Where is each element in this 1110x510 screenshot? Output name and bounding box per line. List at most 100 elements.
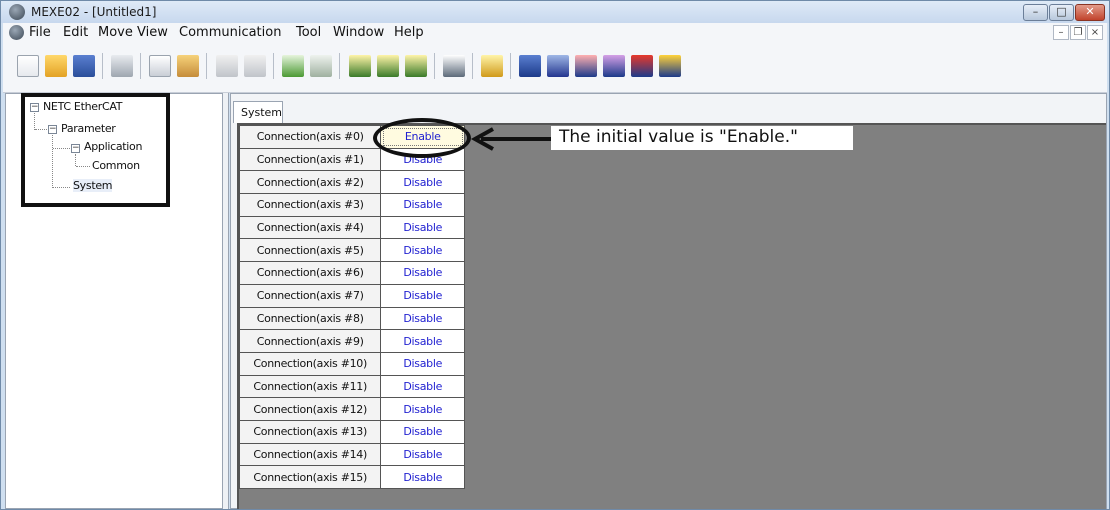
table-row: Connection(axis #3) Disable xyxy=(238,193,465,217)
splitter[interactable] xyxy=(223,93,229,509)
print-icon[interactable] xyxy=(111,55,133,77)
compare-all-icon[interactable] xyxy=(310,55,332,77)
toolbar-separator xyxy=(206,53,207,79)
redo-icon[interactable] xyxy=(244,55,266,77)
toolbar-separator xyxy=(339,53,340,79)
help-icon[interactable] xyxy=(481,55,503,77)
maximize-button[interactable]: □ xyxy=(1049,4,1074,21)
parameter-value[interactable]: Disable xyxy=(380,238,465,263)
parameter-label: Connection(axis #11) xyxy=(238,374,382,399)
table-row: Connection(axis #15) Disable xyxy=(238,465,465,489)
new-icon[interactable] xyxy=(17,55,39,77)
mdi-restore-button[interactable]: ❐ xyxy=(1070,25,1086,40)
document-icon[interactable] xyxy=(9,25,24,40)
parameter-label: Connection(axis #13) xyxy=(238,419,382,444)
menu-view[interactable]: View xyxy=(137,25,168,40)
highlight-ellipse xyxy=(373,118,471,158)
annotation-callout: The initial value is "Enable." xyxy=(551,126,853,150)
parameter-label: Connection(axis #14) xyxy=(238,442,382,467)
minimize-button[interactable]: – xyxy=(1023,4,1048,21)
menu-help[interactable]: Help xyxy=(394,25,424,40)
table-row: Connection(axis #10) Disable xyxy=(238,351,465,376)
parameter-label: Connection(axis #5) xyxy=(238,238,382,263)
parameter-label: Connection(axis #9) xyxy=(238,329,382,353)
parameter-label: Connection(axis #2) xyxy=(238,170,382,195)
parameter-label: Connection(axis #4) xyxy=(238,215,382,240)
app-window: MEXE02 - [Untitled1] – □ ✕ File Edit Mov… xyxy=(0,0,1110,510)
window-title: MEXE02 - [Untitled1] xyxy=(31,5,157,19)
arrow-icon xyxy=(470,127,551,151)
parameter-value[interactable]: Disable xyxy=(380,215,465,240)
parameter-value[interactable]: Disable xyxy=(380,397,465,421)
table-row: Connection(axis #13) Disable xyxy=(238,419,465,444)
table-row: Connection(axis #6) Disable xyxy=(238,261,465,285)
parameter-value[interactable]: Disable xyxy=(380,170,465,195)
parameter-value[interactable]: Disable xyxy=(380,351,465,376)
menu-edit[interactable]: Edit xyxy=(63,25,88,40)
parameter-label: Connection(axis #1) xyxy=(238,147,382,172)
parameter-value[interactable]: Disable xyxy=(380,419,465,444)
parameter-label: Connection(axis #6) xyxy=(238,261,382,285)
table-row: Connection(axis #2) Disable xyxy=(238,170,465,195)
highlight-box xyxy=(21,93,170,207)
paste-icon[interactable] xyxy=(177,55,199,77)
parameter-label: Connection(axis #3) xyxy=(238,193,382,217)
menu-move[interactable]: Move xyxy=(98,25,133,40)
parameter-value[interactable]: Disable xyxy=(380,465,465,489)
parameter-value[interactable]: Disable xyxy=(380,306,465,331)
parameter-value[interactable]: Disable xyxy=(380,329,465,353)
parameter-value[interactable]: Disable xyxy=(380,374,465,399)
toolbar-separator xyxy=(102,53,103,79)
parameter-label: Connection(axis #10) xyxy=(238,351,382,376)
menu-communication[interactable]: Communication xyxy=(179,25,281,40)
copy-icon[interactable] xyxy=(149,55,171,77)
toolbar xyxy=(3,43,1107,93)
teach-icon[interactable] xyxy=(443,55,465,77)
open-icon[interactable] xyxy=(45,55,67,77)
tab-system[interactable]: System xyxy=(233,101,283,123)
io-icon[interactable] xyxy=(547,55,569,77)
table-row: Connection(axis #7) Disable xyxy=(238,283,465,308)
parameter-value[interactable]: Disable xyxy=(380,193,465,217)
menu-bar: File Edit Move View Communication Tool W… xyxy=(3,23,1107,43)
register-icon[interactable] xyxy=(575,55,597,77)
menu-file[interactable]: File xyxy=(29,25,51,40)
title-bar[interactable]: MEXE02 - [Untitled1] – □ ✕ xyxy=(1,1,1109,23)
toolbar-separator xyxy=(434,53,435,79)
mdi-controls: – ❐ × xyxy=(1052,25,1103,41)
menu-window[interactable]: Window xyxy=(333,25,384,40)
menu-tool[interactable]: Tool xyxy=(296,25,321,40)
mdi-close-button[interactable]: × xyxy=(1087,25,1103,40)
app-icon xyxy=(9,4,25,20)
parameter-label: Connection(axis #0) xyxy=(238,125,382,149)
rs485-icon[interactable] xyxy=(519,55,541,77)
monitor-icon[interactable] xyxy=(603,55,625,77)
info-icon[interactable] xyxy=(631,55,653,77)
compare-icon[interactable] xyxy=(282,55,304,77)
parameter-table: Connection(axis #0) Enable Connection(axis… xyxy=(238,125,465,489)
mdi-minimize-button[interactable]: – xyxy=(1053,25,1069,40)
toolbar-separator xyxy=(273,53,274,79)
verify-icon[interactable] xyxy=(405,55,427,77)
parameter-label: Connection(axis #8) xyxy=(238,306,382,331)
info2-icon[interactable] xyxy=(659,55,681,77)
table-row: Connection(axis #12) Disable xyxy=(238,397,465,421)
toolbar-separator xyxy=(140,53,141,79)
parameter-value[interactable]: Disable xyxy=(380,261,465,285)
table-row: Connection(axis #8) Disable xyxy=(238,306,465,331)
write-icon[interactable] xyxy=(377,55,399,77)
close-button[interactable]: ✕ xyxy=(1075,4,1105,21)
table-row: Connection(axis #5) Disable xyxy=(238,238,465,263)
table-row: Connection(axis #9) Disable xyxy=(238,329,465,353)
parameter-label: Connection(axis #7) xyxy=(238,283,382,308)
table-row: Connection(axis #11) Disable xyxy=(238,374,465,399)
read-icon[interactable] xyxy=(349,55,371,77)
save-icon[interactable] xyxy=(73,55,95,77)
toolbar-separator xyxy=(472,53,473,79)
parameter-value[interactable]: Disable xyxy=(380,442,465,467)
undo-icon[interactable] xyxy=(216,55,238,77)
parameter-value[interactable]: Disable xyxy=(380,283,465,308)
parameter-label: Connection(axis #12) xyxy=(238,397,382,421)
table-row: Connection(axis #14) Disable xyxy=(238,442,465,467)
toolbar-separator xyxy=(510,53,511,79)
